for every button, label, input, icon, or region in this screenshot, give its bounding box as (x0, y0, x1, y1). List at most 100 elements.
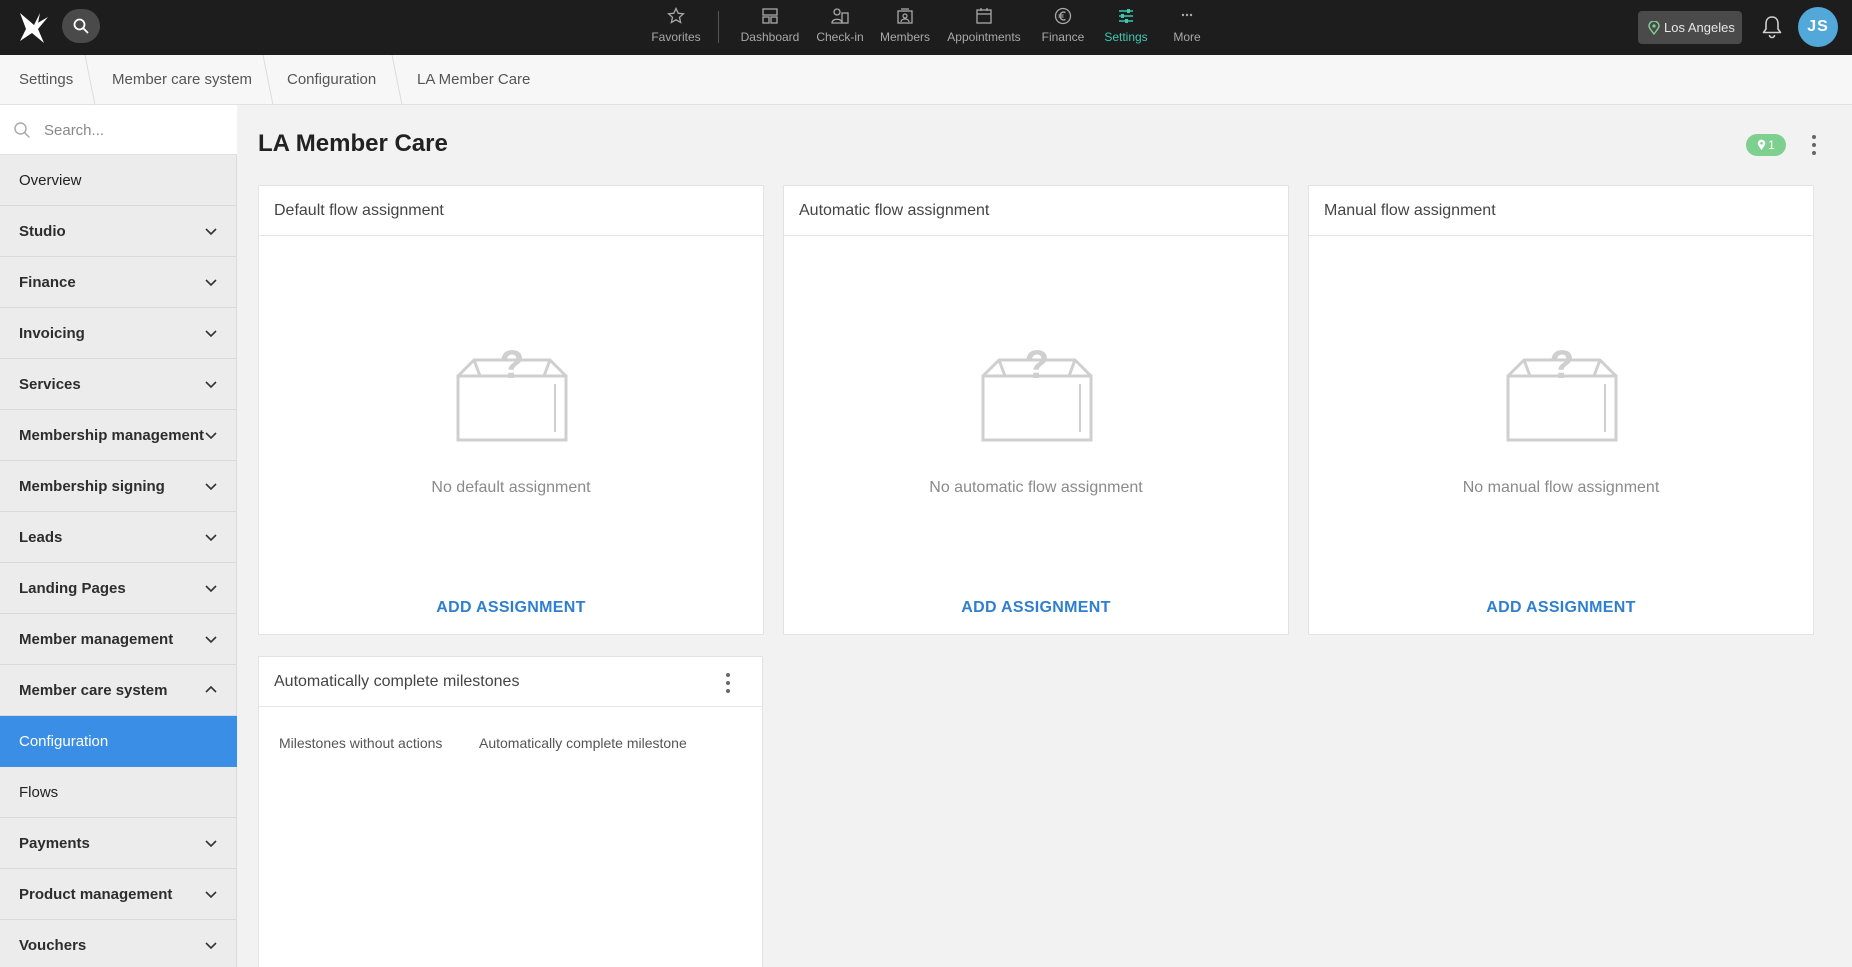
nav-divider (718, 11, 719, 43)
user-avatar[interactable]: JS (1798, 7, 1838, 47)
more-icon (1181, 13, 1193, 17)
nav-more[interactable]: More (1164, 0, 1210, 55)
nav-favorites[interactable]: Favorites (648, 0, 704, 55)
chevron-down-icon (205, 330, 217, 338)
sidebar-item-landing-pages[interactable]: Landing Pages (0, 563, 237, 614)
sidebar-item-membership-management[interactable]: Membership management (0, 410, 237, 461)
nav-check-in-label: Check-in (816, 30, 864, 44)
breadcrumb-separator (84, 55, 96, 105)
breadcrumb-configuration[interactable]: Configuration (287, 55, 376, 105)
sidebar-item-configuration[interactable]: Configuration (0, 716, 237, 767)
add-assignment-button[interactable]: ADD ASSIGNMENT (1309, 599, 1813, 617)
sidebar-search-input[interactable] (44, 117, 224, 143)
sidebar-search (0, 105, 237, 155)
nav-finance[interactable]: Finance (1036, 0, 1090, 55)
sidebar-item-label: Member care system (19, 681, 168, 699)
sidebar-item-vouchers[interactable]: Vouchers (0, 920, 237, 967)
search-icon (14, 122, 30, 138)
breadcrumb-la-member-care: LA Member Care (417, 71, 531, 88)
sidebar-item-leads[interactable]: Leads (0, 512, 237, 563)
chevron-down-icon (205, 636, 217, 644)
sidebar-item-label: Finance (19, 273, 76, 291)
nav-dashboard-label: Dashboard (740, 30, 800, 44)
breadcrumb-member-care-system[interactable]: Member care system (112, 55, 252, 105)
sidebar-item-member-care-system[interactable]: Member care system (0, 665, 237, 716)
sidebar-item-membership-signing[interactable]: Membership signing (0, 461, 237, 512)
add-assignment-button[interactable]: ADD ASSIGNMENT (259, 599, 763, 617)
breadcrumb-separator (391, 55, 403, 105)
svg-text:?: ? (500, 346, 524, 387)
sidebar-item-overview[interactable]: Overview (0, 155, 237, 206)
search-icon (73, 18, 89, 34)
sidebar-item-label: Vouchers (19, 936, 87, 954)
location-label: Los Angeles (1664, 20, 1735, 35)
chevron-down-icon (205, 432, 217, 440)
breadcrumb-separator (262, 55, 274, 105)
global-search-button[interactable] (62, 9, 100, 43)
sidebar-item-label: Configuration (19, 733, 109, 750)
avatar-initials: JS (1807, 18, 1829, 35)
sliders-icon (1119, 9, 1133, 23)
sidebar-item-invoicing[interactable]: Invoicing (0, 308, 237, 359)
empty-state-text: No manual flow assignment (1462, 479, 1660, 496)
page-more-menu-icon[interactable] (1811, 135, 1817, 155)
milestones-more-menu-icon[interactable] (725, 673, 731, 693)
top-bar: Favorites Dashboard Check-in Members App… (0, 0, 1852, 55)
manual-flow-assignment-card: Manual flow assignment? No manual flow as… (1308, 185, 1814, 635)
location-count: 1 (1768, 138, 1775, 152)
sidebar-item-label: Studio (19, 222, 66, 240)
nav-settings[interactable]: Settings (1098, 0, 1154, 55)
location-count-badge[interactable]: 1 (1746, 134, 1786, 156)
nav-favorites-label: Favorites (651, 30, 701, 44)
sidebar-item-label: Member management (19, 630, 174, 648)
location-selector[interactable]: Los Angeles (1638, 11, 1742, 44)
app-logo[interactable] (14, 9, 50, 45)
check-in-icon (831, 8, 849, 24)
nav-members-label: Members (879, 30, 930, 44)
sidebar-item-label: Landing Pages (19, 579, 126, 597)
chevron-down-icon (205, 942, 217, 950)
milestones-card: Automatically complete milestones Milest… (258, 656, 763, 967)
chevron-down-icon (205, 381, 217, 389)
nav-appointments[interactable]: Appointments (942, 0, 1026, 55)
bell-icon[interactable] (1760, 14, 1784, 40)
milestones-column-header: Automatically complete milestone (479, 735, 687, 751)
sidebar-item-finance[interactable]: Finance (0, 257, 237, 308)
breadcrumb-settings[interactable]: Settings (19, 55, 73, 105)
nav-members[interactable]: Members (876, 0, 934, 55)
nav-dashboard[interactable]: Dashboard (738, 0, 802, 55)
sidebar: Overview Studio Finance Invoicing Services Me… (0, 105, 237, 967)
breadcrumb: Settings Member care system Configuratio… (0, 55, 1852, 105)
members-icon (897, 8, 913, 24)
sidebar-item-product-management[interactable]: Product management (0, 869, 237, 920)
sidebar-item-payments[interactable]: Payments (0, 818, 237, 869)
sidebar-item-label: Payments (19, 834, 90, 852)
page-title: LA Member Care (258, 130, 448, 157)
add-assignment-button[interactable]: ADD ASSIGNMENT (784, 599, 1288, 617)
nav-appointments-label: Appointments (947, 30, 1021, 44)
empty-state-text: No default assignment (431, 479, 591, 496)
empty-box-icon: ? (456, 346, 568, 442)
chevron-down-icon (205, 228, 217, 236)
sidebar-item-studio[interactable]: Studio (0, 206, 237, 257)
chevron-down-icon (205, 585, 217, 593)
svg-text:?: ? (1550, 346, 1574, 387)
sidebar-item-label: Flows (19, 783, 59, 801)
svg-text:?: ? (1025, 346, 1049, 387)
nav-check-in[interactable]: Check-in (812, 0, 868, 55)
empty-box-icon: ? (981, 346, 1093, 442)
sidebar-item-label: Services (19, 375, 81, 393)
sidebar-item-label: Membership signing (19, 477, 165, 495)
default-flow-assignment-card: Default flow assignment? No default assig… (258, 185, 764, 635)
sidebar-item-services[interactable]: Services (0, 359, 237, 410)
calendar-icon (976, 8, 992, 24)
sidebar-item-flows[interactable]: Flows (0, 767, 237, 818)
chevron-down-icon (205, 840, 217, 848)
sidebar-item-member-management[interactable]: Member management (0, 614, 237, 665)
automatic-flow-assignment-card: Automatic flow assignment? No automatic f… (783, 185, 1289, 635)
sidebar-item-label: Leads (19, 528, 63, 546)
location-pin-icon (1648, 20, 1660, 35)
chevron-down-icon (205, 483, 217, 491)
sidebar-item-label: Overview (19, 171, 82, 189)
nav-settings-label: Settings (1104, 30, 1148, 44)
